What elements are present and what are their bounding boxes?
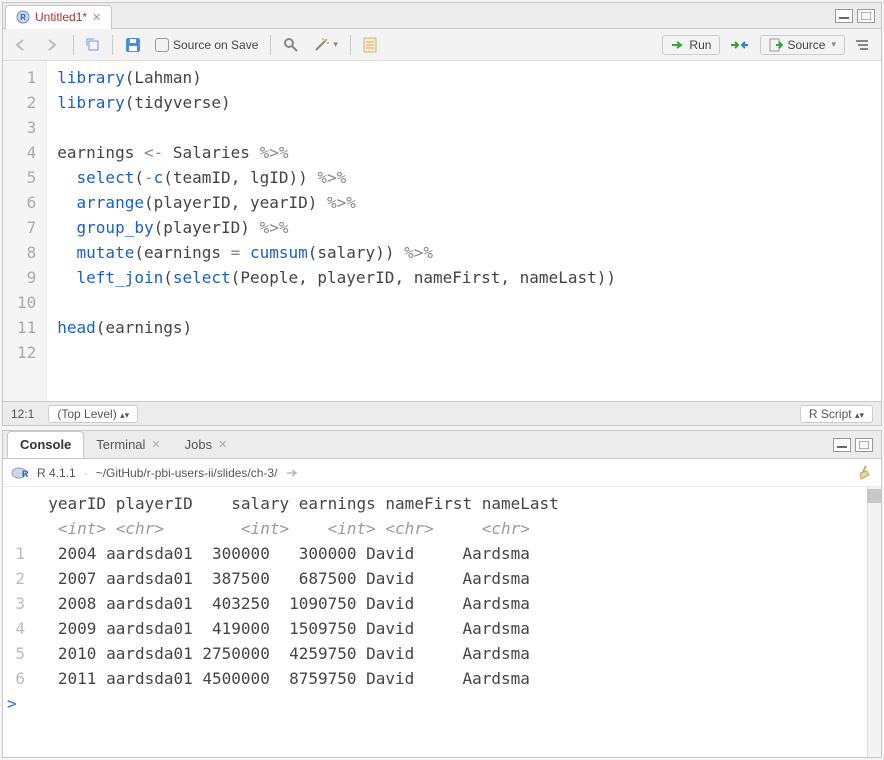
svg-text:R: R: [20, 13, 26, 22]
source-on-save-label: Source on Save: [173, 38, 258, 52]
source-label: Source: [787, 38, 825, 52]
report-button[interactable]: [359, 34, 381, 56]
working-dir[interactable]: ~/GitHub/r-pbi-users-ii/slides/ch-3/: [96, 466, 278, 480]
save-button[interactable]: [121, 34, 145, 56]
source-pane: R Untitled1* ✕ Source on Save ▾ Run: [2, 2, 882, 426]
run-label: Run: [689, 38, 711, 52]
run-button[interactable]: Run: [662, 35, 720, 55]
console-line: 5 2010 aardsda01 2750000 4259750 David A…: [7, 641, 877, 666]
code-line[interactable]: library(Lahman): [57, 65, 616, 90]
console-line: 4 2009 aardsda01 419000 1509750 David Aa…: [7, 616, 877, 641]
code-line[interactable]: library(tidyverse): [57, 90, 616, 115]
run-arrow-icon: [671, 40, 685, 50]
console-line: 3 2008 aardsda01 403250 1090750 David Aa…: [7, 591, 877, 616]
r-version: R 4.1.1: [37, 466, 76, 480]
code-line[interactable]: group_by(playerID) %>%: [57, 215, 616, 240]
console-line: 2 2007 aardsda01 387500 687500 David Aar…: [7, 566, 877, 591]
wand-button[interactable]: ▾: [309, 34, 342, 56]
source-icon: [769, 38, 783, 52]
tab-console[interactable]: Console: [7, 431, 84, 458]
editor-tab[interactable]: R Untitled1* ✕: [5, 5, 112, 29]
source-button[interactable]: Source ▾: [760, 35, 845, 55]
console-output[interactable]: yearID playerID salary earnings nameFirs…: [3, 487, 881, 757]
editor-toolbar: Source on Save ▾ Run Source ▾: [3, 29, 881, 61]
forward-button[interactable]: [41, 34, 65, 56]
language-selector[interactable]: R Script ▴▾: [800, 405, 873, 423]
code-line[interactable]: [57, 340, 616, 365]
back-button[interactable]: [11, 34, 35, 56]
code-line[interactable]: left_join(select(People, playerID, nameF…: [57, 265, 616, 290]
maximize-pane-button[interactable]: [855, 438, 873, 452]
minimize-pane-button[interactable]: [833, 438, 851, 452]
console-line: <int> <chr> <int> <int> <chr> <chr>: [7, 516, 877, 541]
close-icon[interactable]: ✕: [218, 438, 227, 451]
code-editor[interactable]: 123456789101112 library(Lahman)library(t…: [3, 61, 881, 401]
r-logo-icon: R: [11, 466, 29, 480]
console-tabstrip: Console Terminal✕ Jobs✕: [3, 431, 881, 459]
console-pane: Console Terminal✕ Jobs✕ R R 4.1.1 · ~/Gi…: [2, 430, 882, 758]
close-icon[interactable]: ✕: [92, 11, 101, 24]
code-line[interactable]: arrange(playerID, yearID) %>%: [57, 190, 616, 215]
svg-text:R: R: [22, 469, 29, 479]
console-line: 1 2004 aardsda01 300000 300000 David Aar…: [7, 541, 877, 566]
code-line[interactable]: [57, 290, 616, 315]
popout-button[interactable]: [82, 34, 104, 56]
minimize-pane-button[interactable]: [835, 9, 853, 23]
code-line[interactable]: mutate(earnings = cumsum(salary)) %>%: [57, 240, 616, 265]
cursor-position: 12:1: [11, 407, 34, 421]
code-line[interactable]: head(earnings): [57, 315, 616, 340]
tab-jobs[interactable]: Jobs✕: [173, 432, 240, 457]
editor-tabstrip: R Untitled1* ✕: [3, 3, 881, 29]
maximize-pane-button[interactable]: [857, 9, 875, 23]
code-line[interactable]: [57, 115, 616, 140]
line-gutter: 123456789101112: [3, 61, 47, 401]
editor-tab-title: Untitled1*: [35, 10, 87, 24]
editor-statusbar: 12:1 (Top Level) ▴▾ R Script ▴▾: [3, 401, 881, 425]
find-button[interactable]: [279, 34, 303, 56]
console-line: 6 2011 aardsda01 4500000 8759750 David A…: [7, 666, 877, 691]
code-line[interactable]: earnings <- Salaries %>%: [57, 140, 616, 165]
tab-terminal[interactable]: Terminal✕: [84, 432, 172, 457]
clear-console-button[interactable]: [857, 465, 873, 481]
checkbox-icon: [155, 38, 169, 52]
chevron-down-icon: ▾: [831, 39, 836, 50]
code-area[interactable]: library(Lahman)library(tidyverse) earning…: [47, 61, 626, 401]
outline-button[interactable]: [851, 34, 873, 56]
goto-dir-icon[interactable]: [285, 468, 299, 478]
source-on-save-toggle[interactable]: Source on Save: [151, 34, 262, 56]
scrollbar[interactable]: [867, 487, 881, 757]
console-info-bar: R R 4.1.1 · ~/GitHub/r-pbi-users-ii/slid…: [3, 459, 881, 487]
console-line: >: [7, 691, 877, 716]
r-file-icon: R: [16, 10, 30, 24]
close-icon[interactable]: ✕: [151, 438, 160, 451]
scope-selector[interactable]: (Top Level) ▴▾: [48, 405, 138, 423]
console-line: yearID playerID salary earnings nameFirs…: [7, 491, 877, 516]
code-line[interactable]: select(-c(teamID, lgID)) %>%: [57, 165, 616, 190]
rerun-button[interactable]: [726, 34, 754, 56]
